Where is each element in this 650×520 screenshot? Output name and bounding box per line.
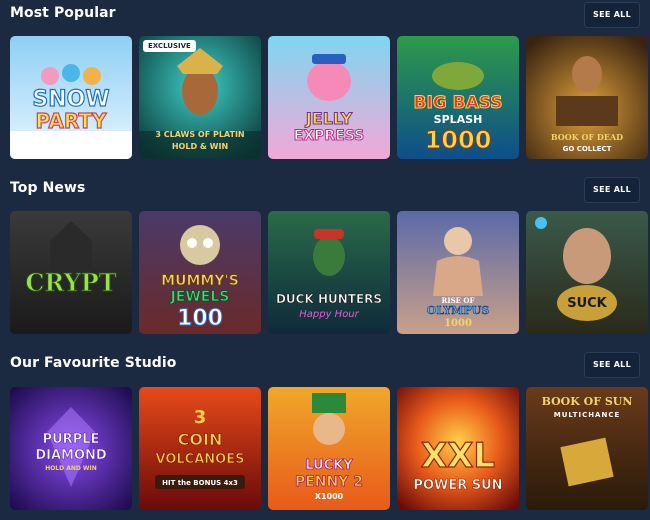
game-thumbnail: XXL POWER SUN [397,387,519,510]
game-title-line: XXL [421,436,495,476]
section-title: Most Popular [10,5,116,21]
game-title-line: HOLD & WIN [172,142,228,151]
game-thumbnail: BOOK OF SUN MULTICHANCE [526,387,648,510]
see-all-button[interactable]: SEE ALL [584,352,640,378]
game-tile-suck[interactable]: SUCK [526,211,648,334]
game-row: SNOW PARTY 3 CLAWS OF PLATIN HOLD & WIN … [10,36,650,159]
game-thumbnail: JELLY EXPRESS [268,36,390,159]
game-title-line: BOOK OF DEAD [551,132,623,142]
exclusive-badge: EXCLUSIVE [143,40,196,52]
game-thumbnail: RISE OF OLYMPUS 1000 [397,211,519,334]
game-title-line: SUCK [567,296,607,311]
game-title-line: 100 [177,306,223,331]
game-tile-xxl-power-sun[interactable]: XXL POWER SUN [397,387,519,510]
game-title-line: 1000 [425,126,492,154]
game-title-line: HOLD AND WIN [45,465,97,472]
game-tile-big-bass-splash-1000[interactable]: BIG BASS SPLASH 1000 [397,36,519,159]
game-title-line: 3 CLAWS OF PLATIN [155,130,244,139]
game-title-line: CRYPT [25,268,116,297]
game-title-line: BIG BASS [414,93,503,113]
game-tile-3-claws-of-platin[interactable]: 3 CLAWS OF PLATIN HOLD & WIN EXCLUSIVE [139,36,261,159]
game-tile-jelly-express[interactable]: JELLY EXPRESS [268,36,390,159]
game-title-line: VOLCANOES [156,452,245,467]
game-tile-lucky-penny-2[interactable]: LUCKY PENNY 2 X1000 [268,387,390,510]
game-title-line: OLYMPUS [427,304,490,317]
game-tile-purple-diamond[interactable]: PURPLE DIAMOND HOLD AND WIN [10,387,132,510]
game-thumbnail: SUCK [526,211,648,334]
game-title-line: EXPRESS [294,128,365,144]
section-header: Top News SEE ALL [10,177,640,203]
section-header: Most Popular SEE ALL [10,2,640,28]
game-title-line: LUCKY [305,458,353,473]
game-title-line: SPLASH [434,113,483,126]
game-title-line: GO COLLECT [563,145,612,153]
game-tile-snow-party[interactable]: SNOW PARTY [10,36,132,159]
game-title-line: PURPLE [43,432,100,447]
game-tile-book-of-sun[interactable]: BOOK OF SUN MULTICHANCE [526,387,648,510]
game-thumbnail: LUCKY PENNY 2 X1000 [268,387,390,510]
game-thumbnail: BIG BASS SPLASH 1000 [397,36,519,159]
game-title-line: Happy Hour [299,309,359,320]
game-title-line: JEWELS [170,289,230,305]
see-all-button[interactable]: SEE ALL [584,177,640,203]
game-title-line: DIAMOND [35,448,107,463]
game-title-line: X1000 [315,492,344,501]
game-tile-mummys-jewels-100[interactable]: MUMMY'S JEWELS 100 [139,211,261,334]
game-thumbnail: BOOK OF DEAD GO COLLECT [526,36,648,159]
game-tile-rise-of-olympus-1000[interactable]: RISE OF OLYMPUS 1000 [397,211,519,334]
game-thumbnail: MUMMY'S JEWELS 100 [139,211,261,334]
game-title-line: JELLY [305,109,353,128]
game-thumbnail: PURPLE DIAMOND HOLD AND WIN [10,387,132,510]
game-thumbnail: 3 COIN VOLCANOES HIT the BONUS 4x3 [139,387,261,510]
section-title: Top News [10,180,86,196]
game-title-line: MULTICHANCE [554,411,621,419]
game-title-line: HIT the BONUS 4x3 [162,479,238,487]
game-title-line: PARTY [36,109,107,133]
game-title-line: 1000 [444,318,472,329]
game-title-line: 3 [194,407,207,428]
game-tile-3-coin-volcanoes[interactable]: 3 COIN VOLCANOES HIT the BONUS 4x3 [139,387,261,510]
game-tile-duck-hunters[interactable]: DUCK HUNTERS Happy Hour [268,211,390,334]
section-title: Our Favourite Studio [10,355,177,371]
game-thumbnail: CRYPT [10,211,132,334]
game-title-line: POWER SUN [413,478,502,493]
game-title-line: MUMMY'S [161,273,239,289]
game-title-line: BOOK OF SUN [542,395,633,408]
game-thumbnail: DUCK HUNTERS Happy Hour [268,211,390,334]
game-thumbnail: SNOW PARTY [10,36,132,159]
see-all-button[interactable]: SEE ALL [584,2,640,28]
section-header: Our Favourite Studio SEE ALL [10,352,640,378]
game-tile-the-crypt[interactable]: CRYPT [10,211,132,334]
game-row: CRYPT MUMMY'S JEWELS 100 DUCK HUNTERS Ha [10,211,650,334]
game-row: PURPLE DIAMOND HOLD AND WIN 3 COIN VOLCA… [10,387,650,510]
game-title-line: PENNY 2 [295,474,363,490]
game-title-line: COIN [178,430,223,449]
game-title-line: DUCK HUNTERS [276,292,382,306]
game-tile-book-of-dead[interactable]: BOOK OF DEAD GO COLLECT [526,36,648,159]
game-thumbnail: 3 CLAWS OF PLATIN HOLD & WIN [139,36,261,159]
